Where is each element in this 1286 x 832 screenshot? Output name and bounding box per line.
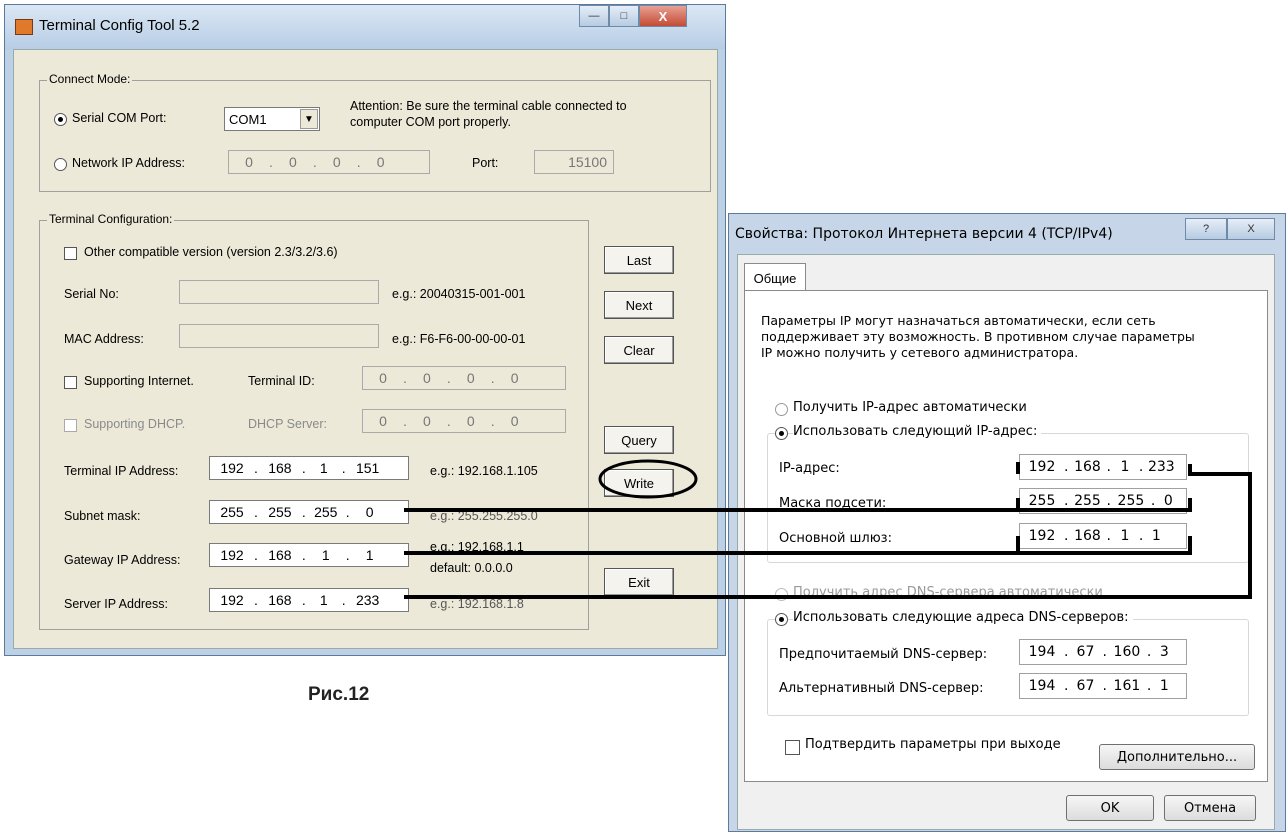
subnet-example: e.g.: 255.255.255.0 [430, 509, 538, 523]
other-version-label: Other compatible version (version 2.3/3.… [84, 245, 338, 259]
auto-ip-radio[interactable] [775, 403, 788, 416]
server-ip-field[interactable]: 192. 168. 1. 233 [209, 588, 409, 612]
dialog-window-controls: ? X [1185, 218, 1275, 240]
network-ip-field[interactable]: 0. 0. 0. 0 [228, 150, 430, 174]
mac-label: MAC Address: [64, 332, 144, 346]
alternate-dns-label: Альтернативный DNS-сервер: [779, 681, 984, 696]
write-button[interactable]: Write [604, 469, 674, 497]
terminal-config-window: Terminal Config Tool 5.2 — □ X Connect M… [4, 4, 726, 656]
ip-address-field[interactable]: 192. 168. 1. 233 [1019, 454, 1187, 480]
server-ip-label: Server IP Address: [64, 597, 168, 611]
com-port-select[interactable]: COM1 ▼ [224, 107, 320, 131]
subnet-label: Subnet mask: [64, 509, 141, 523]
terminal-config-legend: Terminal Configuration: [47, 212, 175, 226]
help-button[interactable]: ? [1185, 218, 1227, 240]
gateway-example: e.g.: 192.168.1.1 [430, 540, 524, 554]
preferred-dns-field[interactable]: 194. 67. 160. 3 [1019, 639, 1187, 665]
last-button[interactable]: Last [604, 246, 674, 274]
client-area: Connect Mode: Serial COM Port: COM1 ▼ At… [13, 49, 718, 649]
auto-dns-label: Получить адрес DNS-сервера автоматически [793, 585, 1103, 600]
description-line-2: поддерживает эту возможность. В противно… [761, 329, 1195, 344]
confirm-on-exit-checkbox[interactable] [785, 740, 800, 755]
attention-text-2: computer COM port properly. [350, 115, 511, 129]
gateway-default: default: 0.0.0.0 [430, 561, 513, 575]
chevron-down-icon[interactable]: ▼ [300, 109, 318, 129]
serial-com-label: Serial COM Port: [72, 111, 167, 125]
other-version-checkbox[interactable] [64, 247, 77, 260]
manual-ip-label: Использовать следующий IP-адрес: [793, 424, 1042, 439]
tab-general[interactable]: Общие [744, 263, 806, 292]
dialog-close-button[interactable]: X [1227, 218, 1275, 240]
description-line-3: IP можно получить у сетевого администрат… [761, 345, 1079, 360]
dhcp-server-field[interactable]: 0. 0. 0. 0 [362, 409, 566, 433]
server-ip-example: e.g.: 192.168.1.8 [430, 597, 524, 611]
exit-button[interactable]: Exit [604, 568, 674, 596]
clear-button[interactable]: Clear [604, 336, 674, 364]
serial-com-radio[interactable] [54, 113, 67, 126]
alternate-dns-field[interactable]: 194. 67. 161. 1 [1019, 673, 1187, 699]
port-label: Port: [472, 156, 499, 170]
terminal-ip-label: Terminal IP Address: [64, 464, 179, 478]
description-line-1: Параметры IP могут назначаться автоматич… [761, 313, 1156, 328]
serial-no-label: Serial No: [64, 287, 119, 301]
connect-mode-group [39, 80, 711, 192]
ok-button[interactable]: OK [1066, 795, 1154, 821]
dialog-client: Общие Параметры IP могут назначаться авт… [737, 254, 1275, 830]
app-icon [15, 19, 33, 35]
figure-caption: Рис.12 [308, 684, 370, 705]
window-controls: — □ X [579, 5, 687, 27]
mac-field[interactable] [179, 324, 379, 348]
serial-no-example: e.g.: 20040315-001-001 [392, 287, 526, 301]
auto-dns-radio[interactable] [775, 588, 788, 601]
attention-text: Attention: Be sure the terminal cable co… [350, 99, 627, 113]
advanced-button[interactable]: Дополнительно... [1099, 744, 1255, 770]
gateway-field[interactable]: 192. 168. 1. 1 [209, 543, 409, 567]
terminal-ip-example: e.g.: 192.168.1.105 [430, 464, 538, 478]
terminal-id-field[interactable]: 0. 0. 0. 0 [362, 366, 566, 390]
manual-dns-radio[interactable] [775, 613, 788, 626]
com-port-value: COM1 [229, 111, 267, 127]
manual-ip-radio[interactable] [775, 427, 788, 440]
general-panel: Параметры IP могут назначаться автоматич… [744, 290, 1268, 782]
supporting-internet-label: Supporting Internet. [84, 374, 194, 388]
dialog-title: Свойства: Протокол Интернета версии 4 (T… [735, 226, 1113, 242]
subnet-field[interactable]: 255. 255. 255. 0 [209, 500, 409, 524]
preferred-dns-label: Предпочитаемый DNS-сервер: [779, 647, 988, 662]
window-title: Terminal Config Tool 5.2 [39, 17, 200, 34]
minimize-button[interactable]: — [579, 5, 609, 27]
default-gateway-label: Основной шлюз: [779, 531, 892, 546]
close-button[interactable]: X [639, 5, 687, 27]
port-field[interactable]: 15100 [534, 150, 614, 174]
mac-example: e.g.: F6-F6-00-00-00-01 [392, 332, 526, 346]
manual-dns-label: Использовать следующие адреса DNS-сервер… [793, 610, 1133, 625]
dns-group [767, 619, 1249, 716]
supporting-internet-checkbox[interactable] [64, 376, 77, 389]
network-ip-label: Network IP Address: [72, 156, 186, 170]
ip-address-label: IP-адрес: [779, 461, 840, 476]
title-bar: Terminal Config Tool 5.2 — □ X [5, 5, 725, 49]
subnet-mask-label: Маска подсети: [779, 496, 887, 511]
supporting-dhcp-checkbox[interactable] [64, 419, 77, 432]
supporting-dhcp-label: Supporting DHCP. [84, 417, 186, 431]
subnet-mask-field[interactable]: 255. 255. 255. 0 [1019, 488, 1187, 514]
serial-no-field[interactable] [179, 280, 379, 304]
connect-mode-legend: Connect Mode: [47, 72, 133, 86]
next-button[interactable]: Next [604, 291, 674, 319]
cancel-button[interactable]: Отмена [1164, 795, 1256, 821]
confirm-on-exit-label: Подтвердить параметры при выходе [805, 737, 1061, 752]
terminal-id-label: Terminal ID: [248, 374, 315, 388]
tcpip-properties-window: Свойства: Протокол Интернета версии 4 (T… [728, 213, 1286, 832]
gateway-label: Gateway IP Address: [64, 553, 181, 567]
query-button[interactable]: Query [604, 426, 674, 454]
terminal-ip-field[interactable]: 192. 168. 1. 151 [209, 456, 409, 480]
default-gateway-field[interactable]: 192. 168. 1. 1 [1019, 523, 1187, 549]
network-ip-radio[interactable] [54, 158, 67, 171]
auto-ip-label: Получить IP-адрес автоматически [793, 400, 1027, 415]
dhcp-server-label: DHCP Server: [248, 417, 327, 431]
maximize-button[interactable]: □ [609, 5, 639, 27]
